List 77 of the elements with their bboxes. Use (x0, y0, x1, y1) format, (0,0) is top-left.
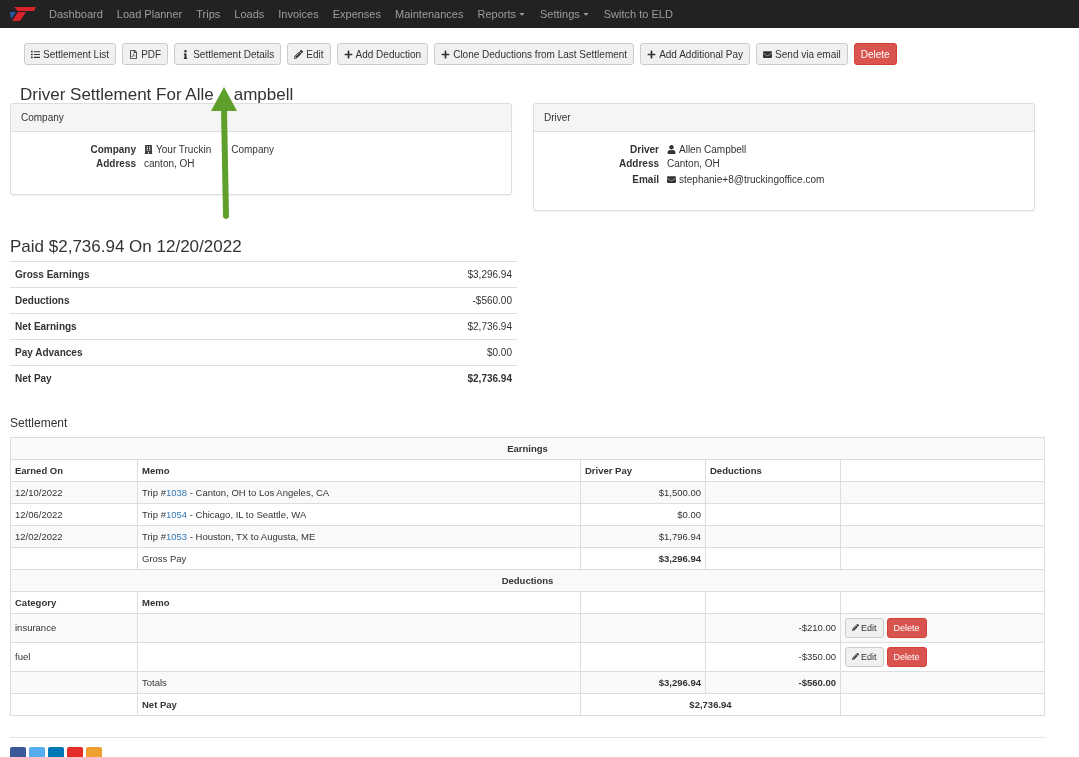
summary-value: $2,736.94 (318, 365, 517, 392)
toolbar-button[interactable]: PDF (122, 43, 169, 65)
toolbar-button[interactable]: Send via email (756, 43, 848, 65)
nav-link[interactable]: Expenses (325, 8, 388, 20)
page-title: Driver Settlement For Alle (20, 85, 214, 105)
page-title: ampbell (233, 85, 294, 105)
field-label: Email (631, 173, 659, 186)
table-cell: -$210.00 (705, 613, 841, 642)
nav-link[interactable]: Switch to ELD (596, 8, 680, 20)
table-cell: $2,736.94 (580, 693, 841, 715)
nav-link[interactable]: Settings (533, 8, 597, 20)
column-header: Earned On (10, 459, 138, 481)
nav-link[interactable]: Loads (227, 8, 272, 20)
nav-link[interactable]: Load Planner (109, 8, 190, 20)
nav-link[interactable]: Trips (189, 8, 228, 20)
column-header: Category (10, 591, 138, 613)
delete-button[interactable]: Delete (853, 43, 897, 65)
column-header: Driver Pay (580, 459, 706, 481)
field-label: Driver (629, 143, 659, 156)
table-cell: 12/10/2022 (10, 481, 138, 503)
paid-heading: Paid $2,736.94 On 12/20/2022 (10, 237, 243, 257)
table-cell: 12/06/2022 (10, 503, 138, 525)
table-cell: -$350.00 (705, 642, 841, 671)
summary-label: Gross Earnings (10, 261, 319, 288)
table-cell: $3,296.94 (580, 547, 706, 569)
table-cell: Totals (137, 671, 581, 693)
summary-label: Net Earnings (10, 313, 319, 340)
panel-heading: Company (11, 104, 511, 132)
toolbar-button[interactable]: Add Deduction (336, 43, 429, 65)
nav-link[interactable]: Maintenances (388, 8, 471, 20)
trip-link[interactable]: 1054 (165, 508, 188, 520)
summary-value: $2,736.94 (318, 313, 517, 340)
table-cell: fuel (10, 642, 138, 671)
nav-link[interactable]: Reports (470, 8, 533, 20)
table-cell: insurance (10, 613, 138, 642)
field-value: Allen Campbell (679, 143, 747, 156)
summary-value: $3,296.94 (318, 261, 517, 288)
field-value: Company (231, 143, 275, 156)
trip-link[interactable]: 1038 (165, 486, 188, 498)
edit-button[interactable]: Edit (845, 617, 884, 638)
panel-heading: Driver (534, 104, 1034, 132)
summary-label: Net Pay (10, 365, 319, 392)
summary-label: Deductions (10, 287, 319, 314)
field-value: Your Truckin (156, 143, 212, 156)
delete-button[interactable]: Delete (886, 646, 927, 667)
table-cell: Net Pay (137, 693, 581, 715)
toolbar-button[interactable]: Edit (287, 43, 331, 65)
nav-link[interactable]: Dashboard (42, 8, 110, 20)
field-value: stephanie+8@truckingoffice.com (679, 173, 825, 186)
table-heading: Earnings (10, 437, 1045, 459)
column-header: Deductions (705, 459, 841, 481)
field-label: Company (89, 143, 136, 156)
delete-button[interactable]: Delete (886, 617, 927, 638)
column-header: Memo (137, 459, 581, 481)
summary-label: Pay Advances (10, 339, 319, 366)
table-cell: $0.00 (580, 503, 706, 525)
section-title: Settlement (10, 415, 69, 430)
field-label: Address (618, 157, 659, 170)
memo-text: Trip #1053 - Houston, TX to Augusta, ME (142, 530, 316, 542)
toolbar-button[interactable]: Clone Deductions from Last Settlement (434, 43, 635, 65)
summary-value: -$560.00 (318, 287, 517, 314)
edit-button[interactable]: Edit (845, 646, 884, 667)
column-header: Memo (137, 591, 581, 613)
summary-value: $0.00 (318, 339, 517, 366)
nav-link[interactable]: Invoices (271, 8, 326, 20)
memo-text: Trip #1054 - Chicago, IL to Seattle, WA (142, 508, 307, 520)
toolbar-button[interactable]: Add Additional Pay (640, 43, 751, 65)
field-label: Address (95, 157, 136, 170)
field-value: canton, OH (144, 157, 195, 170)
toolbar-button[interactable]: Settlement Details (174, 43, 282, 65)
trip-link[interactable]: 1053 (165, 530, 188, 542)
memo-text: Trip #1038 - Canton, OH to Los Angeles, CA (142, 486, 330, 498)
table-cell: 12/02/2022 (10, 525, 138, 547)
table-heading: Deductions (10, 569, 1045, 591)
field-value: Canton, OH (667, 157, 720, 170)
table-cell: Gross Pay (137, 547, 581, 569)
toolbar-button[interactable]: Settlement List (24, 43, 117, 65)
